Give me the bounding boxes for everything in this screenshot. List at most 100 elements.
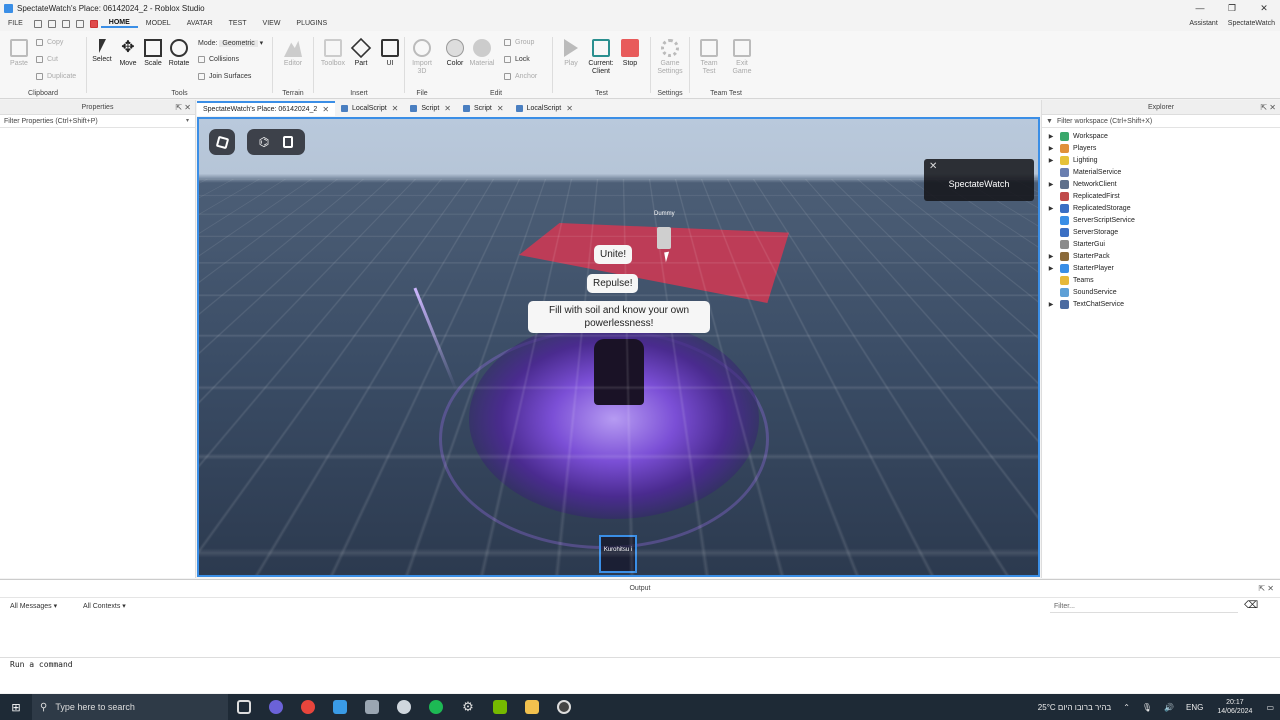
- menu-avatar[interactable]: AVATAR: [179, 20, 221, 27]
- chevron-down-icon[interactable]: ▾: [186, 115, 189, 128]
- close-icon[interactable]: ✕: [929, 161, 937, 172]
- close-tab-icon[interactable]: ✕: [322, 102, 329, 117]
- clear-output-icon[interactable]: ⌫: [1244, 600, 1258, 611]
- material-button[interactable]: Material: [467, 39, 497, 68]
- part-button[interactable]: Part: [346, 39, 376, 68]
- tab-localscript-1[interactable]: LocalScript ✕: [335, 101, 404, 116]
- spectate-label[interactable]: SpectateWatch: [924, 179, 1034, 189]
- weather-widget[interactable]: 25°C בהיר ברובו היום: [1038, 703, 1111, 712]
- import-3d-button[interactable]: Import 3D: [407, 39, 437, 76]
- play-button[interactable]: Play: [556, 39, 586, 68]
- chrome-app-icon[interactable]: [292, 694, 324, 720]
- panel-controls[interactable]: ⇱ ✕: [1260, 100, 1276, 115]
- mode-selector[interactable]: Mode: Geometric ▾: [198, 39, 263, 47]
- task-view-icon[interactable]: [228, 694, 260, 720]
- duplicate-button[interactable]: Duplicate: [36, 73, 76, 80]
- new-file-icon[interactable]: [34, 20, 42, 28]
- close-tab-icon[interactable]: ✕: [497, 101, 504, 116]
- explorer-item-textchatservice[interactable]: ▶ TextChatService: [1042, 298, 1280, 310]
- join-surfaces-toggle[interactable]: Join Surfaces: [198, 73, 251, 80]
- maximize-button[interactable]: ❐: [1216, 0, 1248, 16]
- properties-filter-input[interactable]: Filter Properties (Ctrl+Shift+P) ▾: [0, 115, 195, 128]
- expand-arrow-icon[interactable]: ▶: [1046, 181, 1056, 188]
- close-tab-icon[interactable]: ✕: [566, 101, 573, 116]
- contexts-filter-dropdown[interactable]: All Contexts ▾: [83, 602, 126, 610]
- tab-script-2[interactable]: Script ✕: [457, 101, 510, 116]
- explorer-item-replicatedfirst[interactable]: ReplicatedFirst: [1042, 190, 1280, 202]
- explorer-item-serverstorage[interactable]: ServerStorage: [1042, 226, 1280, 238]
- explorer-item-startergui[interactable]: StarterGui: [1042, 238, 1280, 250]
- roblox-menu-button[interactable]: [209, 129, 235, 155]
- nvidia-app-icon[interactable]: [484, 694, 516, 720]
- cut-button[interactable]: Cut: [36, 56, 58, 63]
- spotify-app-icon[interactable]: [420, 694, 452, 720]
- taskbar-search-box[interactable]: ⚲ Type here to search: [32, 694, 228, 720]
- stop-small-icon[interactable]: [90, 20, 98, 28]
- messages-filter-dropdown[interactable]: All Messages ▾: [10, 602, 57, 610]
- undo-icon[interactable]: [62, 20, 70, 28]
- expand-arrow-icon[interactable]: ▶: [1046, 145, 1056, 152]
- explorer-filter-input[interactable]: ▼ Filter workspace (Ctrl+Shift+X): [1042, 115, 1280, 128]
- settings-app-icon[interactable]: ⚙: [452, 694, 484, 720]
- obs-app-icon[interactable]: [548, 694, 580, 720]
- tab-script-1[interactable]: Script ✕: [404, 101, 457, 116]
- expand-arrow-icon[interactable]: ▶: [1046, 265, 1056, 272]
- app-icon-light[interactable]: [388, 694, 420, 720]
- microphone-icon[interactable]: 🎙: [1142, 703, 1152, 712]
- close-tab-icon[interactable]: ✕: [444, 101, 451, 116]
- explorer-item-players[interactable]: ▶ Players: [1042, 142, 1280, 154]
- explorer-item-serverscriptservice[interactable]: ServerScriptService: [1042, 214, 1280, 226]
- windows-start-icon[interactable]: ⊞: [0, 701, 32, 714]
- command-input[interactable]: Run a command: [10, 660, 73, 669]
- lock-button[interactable]: Lock: [504, 56, 530, 63]
- explorer-item-starterplayer[interactable]: ▶ StarterPlayer: [1042, 262, 1280, 274]
- selfview-icon[interactable]: ⌬: [259, 135, 269, 149]
- team-test-button[interactable]: Team Test: [694, 39, 724, 76]
- stop-button[interactable]: Stop: [615, 39, 645, 68]
- explorer-item-replicatedstorage[interactable]: ▶ ReplicatedStorage: [1042, 202, 1280, 214]
- color-button[interactable]: Color: [440, 39, 470, 68]
- tab-place[interactable]: SpectateWatch's Place: 06142024_2 ✕: [197, 101, 335, 116]
- panel-controls[interactable]: ⇱ ✕: [1258, 580, 1274, 598]
- current-client-button[interactable]: Current: Client: [586, 39, 616, 76]
- file-explorer-app-icon[interactable]: [516, 694, 548, 720]
- copy-button[interactable]: Copy: [36, 39, 63, 46]
- paste-button[interactable]: Paste: [4, 39, 34, 68]
- anchor-button[interactable]: Anchor: [504, 73, 537, 80]
- game-viewport[interactable]: ⌬ ✕ SpectateWatch Dummy Unite! Repulse! …: [197, 117, 1040, 577]
- volume-icon[interactable]: 🔊: [1164, 703, 1174, 712]
- discord-app-icon[interactable]: [260, 694, 292, 720]
- toolbox-button[interactable]: Toolbox: [318, 39, 348, 68]
- expand-arrow-icon[interactable]: ▶: [1046, 301, 1056, 308]
- language-indicator[interactable]: ENG: [1186, 703, 1203, 712]
- explorer-item-teams[interactable]: Teams: [1042, 274, 1280, 286]
- explorer-item-soundservice[interactable]: SoundService: [1042, 286, 1280, 298]
- taskbar-clock[interactable]: 20:17 14/06/2024: [1217, 698, 1252, 716]
- save-icon[interactable]: [48, 20, 56, 28]
- user-menu[interactable]: SpectateWatch: [1228, 20, 1275, 27]
- explorer-item-starterpack[interactable]: ▶ StarterPack: [1042, 250, 1280, 262]
- ui-button[interactable]: UI: [375, 39, 405, 68]
- expand-arrow-icon[interactable]: ▶: [1046, 253, 1056, 260]
- menu-test[interactable]: TEST: [221, 20, 255, 27]
- notifications-icon[interactable]: ▭: [1266, 703, 1274, 712]
- app-icon-grey[interactable]: [356, 694, 388, 720]
- expand-arrow-icon[interactable]: ▶: [1046, 133, 1056, 140]
- tab-localscript-2[interactable]: LocalScript ✕: [510, 101, 579, 116]
- menu-file[interactable]: FILE: [0, 20, 31, 27]
- explorer-item-networkclient[interactable]: ▶ NetworkClient: [1042, 178, 1280, 190]
- exit-game-button[interactable]: Exit Game: [727, 39, 757, 76]
- play-small-icon[interactable]: [76, 20, 84, 28]
- chat-icon[interactable]: [283, 136, 293, 148]
- menu-view[interactable]: VIEW: [255, 20, 289, 27]
- close-window-button[interactable]: ✕: [1248, 0, 1280, 16]
- explorer-item-materialservice[interactable]: MaterialService: [1042, 166, 1280, 178]
- menu-plugins[interactable]: PLUGINS: [288, 20, 335, 27]
- collisions-toggle[interactable]: Collisions: [198, 56, 239, 63]
- expand-arrow-icon[interactable]: ▶: [1046, 205, 1056, 212]
- explorer-item-lighting[interactable]: ▶ Lighting: [1042, 154, 1280, 166]
- rotate-tool-button[interactable]: Rotate: [164, 39, 194, 68]
- roblox-studio-app-icon[interactable]: [324, 694, 356, 720]
- close-tab-icon[interactable]: ✕: [392, 101, 399, 116]
- explorer-item-workspace[interactable]: ▶ Workspace: [1042, 130, 1280, 142]
